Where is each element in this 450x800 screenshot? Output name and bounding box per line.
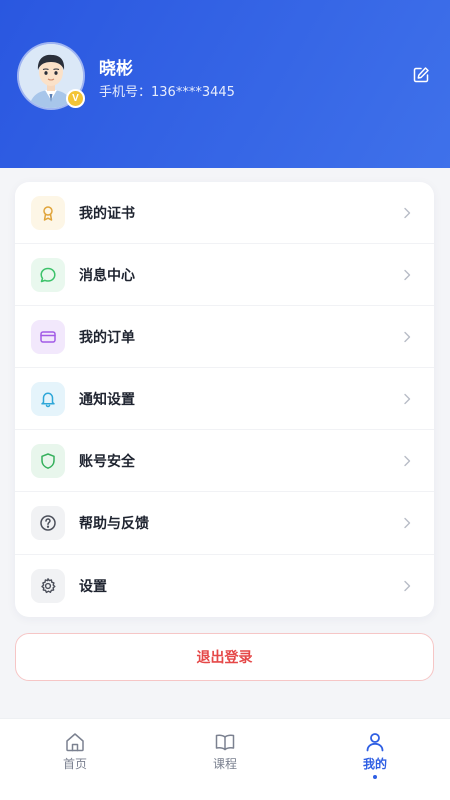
- tab-courses[interactable]: 课程: [150, 719, 300, 800]
- tab-label: 首页: [62, 757, 87, 771]
- book-icon: [215, 734, 235, 751]
- menu-item-notification-settings[interactable]: 通知设置: [15, 368, 434, 431]
- shield-icon: [31, 443, 65, 478]
- chevron-right-icon: [400, 516, 414, 530]
- message-icon: [31, 257, 65, 292]
- menu-item-messages[interactable]: 消息中心: [15, 244, 434, 307]
- help-icon: [31, 506, 65, 541]
- person-icon: [366, 733, 384, 752]
- logout-button[interactable]: 退出登录: [15, 633, 434, 681]
- menu-item-label: 消息中心: [79, 267, 135, 284]
- menu-item-settings[interactable]: 设置: [15, 555, 434, 617]
- tab-label: 课程: [212, 757, 237, 771]
- menu-item-orders[interactable]: 我的订单: [15, 306, 434, 369]
- edit-icon: [413, 67, 429, 83]
- active-tab-indicator: [373, 775, 377, 779]
- menu-item-label: 我的证书: [79, 205, 135, 222]
- menu-item-label: 通知设置: [79, 391, 135, 408]
- chevron-right-icon: [400, 268, 414, 282]
- certificate-icon: [31, 195, 65, 230]
- tab-label: 我的: [362, 757, 387, 771]
- tab-home[interactable]: 首页: [0, 719, 150, 800]
- chevron-right-icon: [400, 454, 414, 468]
- menu-item-label: 设置: [79, 578, 107, 595]
- card-icon: [31, 319, 65, 354]
- menu-item-help-feedback[interactable]: 帮助与反馈: [15, 492, 434, 555]
- tab-mine[interactable]: 我的: [300, 719, 450, 800]
- menu-item-label: 我的订单: [79, 329, 135, 346]
- chevron-right-icon: [400, 392, 414, 406]
- edit-profile-button[interactable]: [410, 64, 432, 86]
- bottom-tab-bar: 首页 课程 我的: [0, 718, 450, 800]
- menu-item-label: 帮助与反馈: [79, 516, 149, 533]
- chevron-right-icon: [400, 579, 414, 593]
- home-icon: [66, 733, 84, 752]
- menu-card: 我的证书 消息中心 我的订单 通知设置 账号安全 帮助与反馈 设置: [15, 182, 434, 617]
- menu-item-account-security[interactable]: 账号安全: [15, 430, 434, 493]
- menu-item-certificates[interactable]: 我的证书: [15, 182, 434, 245]
- menu-item-label: 账号安全: [79, 453, 135, 470]
- user-phone: 手机号：136****3445: [99, 85, 235, 100]
- user-name: 晓彬: [99, 59, 133, 79]
- vip-badge: V: [66, 89, 85, 108]
- chevron-right-icon: [400, 206, 414, 220]
- gear-icon: [31, 568, 65, 603]
- profile-header: V 晓彬 手机号：136****3445: [0, 0, 450, 168]
- chevron-right-icon: [400, 330, 414, 344]
- bell-icon: [31, 381, 65, 416]
